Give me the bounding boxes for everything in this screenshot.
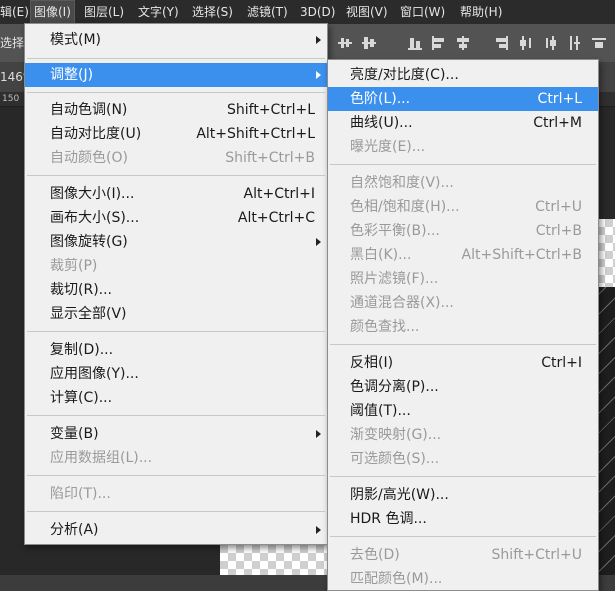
menu-item-color-lookup: 颜色查找...: [350, 319, 420, 335]
distribute-vcenter-icon[interactable]: [544, 36, 558, 50]
menu-item-image-rotation[interactable]: 图像旋转(G): [25, 230, 327, 254]
align-hcenter-icon[interactable]: [456, 36, 470, 50]
menu-bar: 辑(E) 图像(I) 图层(L) 文字(Y) 选择(S) 滤镜(T) 3D(D)…: [0, 0, 615, 24]
menu-item-trap: 陷印(T)...: [50, 486, 111, 502]
menu-item-brightness-contrast[interactable]: 亮度/对比度(C)...: [328, 63, 598, 87]
menu-item-levels[interactable]: 色阶(L)... Ctrl+L: [328, 87, 598, 111]
menu-item-posterize[interactable]: 色调分离(P)...: [328, 375, 598, 399]
menu-edit[interactable]: 辑(E): [0, 0, 29, 24]
menu-item-auto-color: 自动颜色(O) Shift+Ctrl+B: [50, 150, 315, 166]
menu-select[interactable]: 选择(S): [192, 0, 233, 24]
image-texture: [597, 287, 615, 575]
menu-item-mode[interactable]: 模式(M): [25, 28, 327, 52]
menu-item-analysis[interactable]: 分析(A): [25, 518, 327, 542]
menu-item-photo-filter: 照片滤镜(F)...: [350, 271, 439, 287]
menu-item-trim[interactable]: 裁切(R)...: [25, 278, 327, 302]
menu-item-auto-tone[interactable]: 自动色调(N) Shift+Ctrl+L: [25, 98, 327, 122]
menu-window[interactable]: 窗口(W): [400, 0, 445, 24]
menu-item-selective-color: 可选颜色(S)...: [350, 451, 440, 467]
align-right-icon[interactable]: [494, 36, 508, 50]
menu-item-vibrance: 自然饱和度(V)...: [350, 175, 454, 191]
menu-item-threshold[interactable]: 阈值(T)...: [328, 399, 598, 423]
menu-item-shadows-highlights[interactable]: 阴影/高光(W)...: [328, 483, 598, 507]
align-bottom-icon[interactable]: [408, 36, 422, 50]
menu-filter[interactable]: 滤镜(T): [247, 0, 288, 24]
image-menu: 模式(M) 调整(J) 自动色调(N) Shift+Ctrl+L 自动对比度(U…: [24, 23, 328, 545]
menu-item-crop: 裁剪(P): [50, 258, 98, 274]
submenu-arrow-icon: [316, 71, 321, 79]
menu-layer[interactable]: 图层(L): [84, 0, 124, 24]
adjustments-submenu: 亮度/对比度(C)... 色阶(L)... Ctrl+L 曲线(U)... Ct…: [327, 59, 599, 591]
submenu-arrow-icon: [316, 36, 321, 44]
menu-item-adjustments[interactable]: 调整(J): [25, 63, 327, 87]
menu-item-hue-saturation: 色相/饱和度(H)... Ctrl+U: [350, 199, 582, 215]
menu-item-hdr-toning[interactable]: HDR 色调...: [328, 507, 598, 531]
menu-item-apply-image[interactable]: 应用图像(Y)...: [25, 362, 327, 386]
menu-item-curves[interactable]: 曲线(U)... Ctrl+M: [328, 111, 598, 135]
align-top-icon[interactable]: [338, 36, 352, 50]
submenu-arrow-icon: [316, 430, 321, 438]
distribute-bottom-icon[interactable]: [568, 36, 582, 50]
menu-item-black-white: 黑白(K)... Alt+Shift+Ctrl+B: [350, 247, 582, 263]
menu-type[interactable]: 文字(Y): [138, 0, 179, 24]
distribute-left-icon[interactable]: [592, 36, 606, 50]
menu-item-gradient-map: 渐变映射(G)...: [350, 427, 442, 443]
distribute-top-icon[interactable]: [520, 36, 534, 50]
menu-help[interactable]: 帮助(H): [460, 0, 502, 24]
menu-3d[interactable]: 3D(D): [300, 0, 335, 24]
menu-item-duplicate[interactable]: 复制(D)...: [25, 338, 327, 362]
menu-item-desaturate: 去色(D) Shift+Ctrl+U: [350, 547, 582, 563]
menu-view[interactable]: 视图(V): [346, 0, 388, 24]
menu-item-color-balance: 色彩平衡(B)... Ctrl+B: [350, 223, 582, 239]
align-left-icon[interactable]: [432, 36, 446, 50]
menu-item-canvas-size[interactable]: 画布大小(S)... Alt+Ctrl+C: [25, 206, 327, 230]
submenu-arrow-icon: [316, 526, 321, 534]
menu-item-auto-contrast[interactable]: 自动对比度(U) Alt+Shift+Ctrl+L: [25, 122, 327, 146]
menu-item-exposure: 曝光度(E)...: [350, 139, 426, 155]
submenu-arrow-icon: [316, 238, 321, 246]
menu-item-invert[interactable]: 反相(I) Ctrl+I: [328, 351, 598, 375]
menu-item-apply-data-set: 应用数据组(L)...: [50, 450, 153, 466]
menu-item-reveal-all[interactable]: 显示全部(V): [25, 302, 327, 326]
menu-item-variables[interactable]: 变量(B): [25, 422, 327, 446]
align-vcenter-icon[interactable]: [362, 36, 376, 50]
menu-item-calculations[interactable]: 计算(C)...: [25, 386, 327, 410]
menu-item-match-color: 匹配颜色(M)...: [350, 571, 443, 587]
menu-item-image-size[interactable]: 图像大小(I)... Alt+Ctrl+I: [25, 182, 327, 206]
menu-image[interactable]: 图像(I): [30, 0, 75, 24]
ruler-number: 150: [2, 94, 20, 104]
menu-item-channel-mixer: 通道混合器(X)...: [350, 295, 454, 311]
